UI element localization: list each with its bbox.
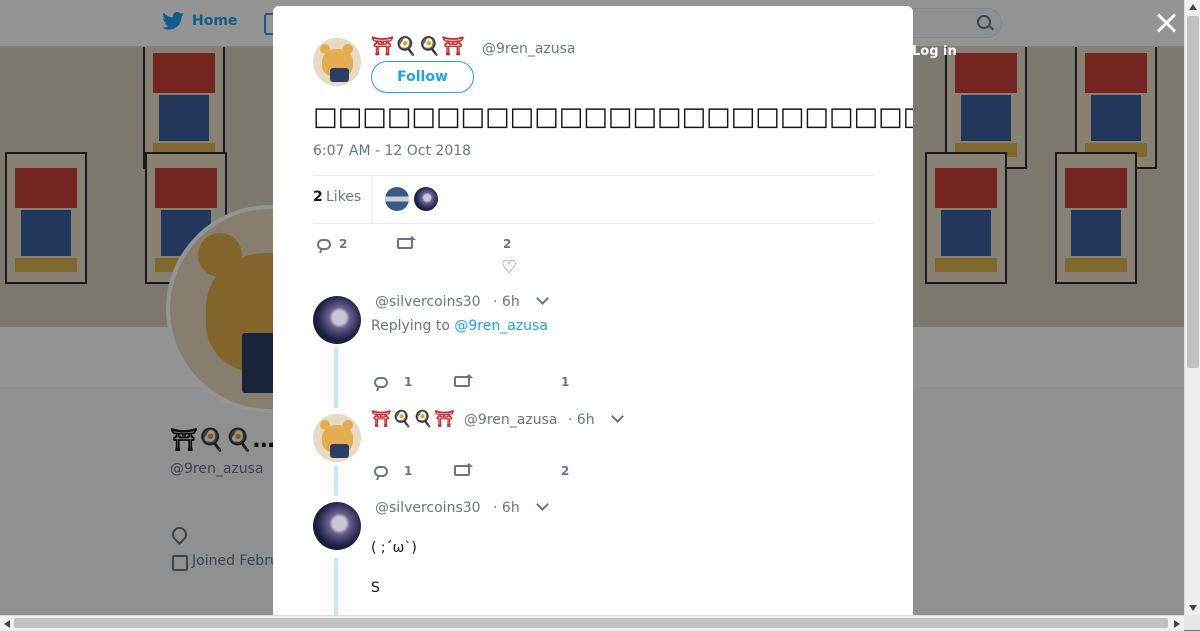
- reply-icon: [317, 238, 331, 250]
- reply-count: 1: [404, 375, 413, 389]
- login-link[interactable]: Log in: [912, 44, 957, 59]
- vertical-scrollbar[interactable]: [1184, 0, 1200, 615]
- reply-icon: [374, 465, 388, 477]
- reply-text-line: S: [371, 580, 380, 596]
- reply-count: 2: [339, 237, 348, 251]
- retweet-icon: [454, 374, 473, 387]
- scroll-down-icon[interactable]: [1189, 605, 1197, 611]
- reply-handle[interactable]: @silvercoins30: [375, 500, 481, 516]
- follow-button[interactable]: Follow: [371, 61, 474, 93]
- chevron-down-icon[interactable]: [536, 292, 550, 305]
- likes-count[interactable]: 2: [313, 189, 323, 205]
- reply-action[interactable]: 2: [317, 237, 347, 251]
- scroll-thumb[interactable]: [1187, 16, 1199, 368]
- stats-divider: [372, 176, 373, 223]
- like-count: 2: [503, 237, 512, 251]
- reply-avatar[interactable]: [313, 296, 361, 344]
- thread-line: [334, 466, 338, 496]
- tweet-permalink-modal: ⛩🍳🍳⛩ @9ren_azusa Follow □□□□□□□□□□□□□□□□…: [273, 6, 913, 615]
- reply-handle[interactable]: @silvercoins30: [375, 294, 481, 310]
- tweet-stats: 2 Likes: [313, 175, 873, 224]
- scroll-thumb[interactable]: [14, 618, 1168, 628]
- reply-action[interactable]: 1: [374, 464, 412, 478]
- liker-avatar[interactable]: [414, 187, 438, 211]
- reply-time[interactable]: · 6h: [568, 412, 595, 428]
- heart-icon: [501, 257, 517, 278]
- like-count: 1: [561, 375, 570, 389]
- author-name[interactable]: ⛩🍳🍳⛩: [371, 36, 466, 57]
- replying-prefix: Replying to: [371, 318, 450, 334]
- horizontal-scrollbar[interactable]: [0, 615, 1184, 631]
- likes-label[interactable]: Likes: [326, 189, 361, 205]
- author-handle[interactable]: @9ren_azusa: [482, 41, 576, 57]
- reply-header: @silvercoins30 · 6h: [375, 498, 550, 516]
- reply-handle[interactable]: @9ren_azusa: [464, 412, 558, 428]
- reply-header: @silvercoins30 · 6h: [375, 292, 550, 310]
- chevron-down-icon[interactable]: [536, 498, 550, 511]
- reply-action[interactable]: 1: [374, 375, 412, 389]
- retweet-icon: [454, 463, 473, 476]
- like-action[interactable]: [501, 257, 517, 278]
- scroll-up-icon[interactable]: [1189, 4, 1197, 10]
- reply-text-line: ( ;´ω`): [371, 540, 417, 556]
- scroll-right-icon[interactable]: [1174, 620, 1180, 628]
- thread-line: [334, 558, 338, 615]
- retweet-action[interactable]: [454, 374, 473, 387]
- reply-icon: [374, 376, 388, 388]
- reply-header: ⛩🍳🍳⛩ @9ren_azusa · 6h: [371, 409, 624, 428]
- tweet-text: □□□□□□□□□□□□□□□□□□□□□□□□□□□□□□□□□□□□□□□□…: [313, 102, 913, 132]
- thread-line: [334, 348, 338, 408]
- replying-mention[interactable]: @9ren_azusa: [454, 318, 548, 334]
- reply-count: 1: [404, 464, 413, 478]
- author-avatar[interactable]: [313, 38, 361, 86]
- tweet-timestamp[interactable]: 6:07 AM - 12 Oct 2018: [313, 143, 471, 159]
- scrollbar-corner: [1184, 615, 1200, 630]
- replying-to: Replying to @9ren_azusa: [371, 318, 548, 334]
- reply-avatar[interactable]: [313, 414, 361, 462]
- reply-avatar[interactable]: [313, 502, 361, 550]
- reply-time[interactable]: · 6h: [493, 500, 520, 516]
- reply-time[interactable]: · 6h: [493, 294, 520, 310]
- chevron-down-icon[interactable]: [611, 410, 624, 423]
- retweet-action[interactable]: [397, 236, 416, 249]
- liker-avatar[interactable]: [385, 187, 409, 211]
- scroll-left-icon[interactable]: [4, 620, 10, 628]
- like-count: 2: [561, 464, 570, 478]
- retweet-action[interactable]: [454, 463, 473, 476]
- retweet-icon: [397, 236, 416, 249]
- close-icon[interactable]: [1153, 10, 1179, 36]
- reply-author-name[interactable]: ⛩🍳🍳⛩: [371, 409, 455, 428]
